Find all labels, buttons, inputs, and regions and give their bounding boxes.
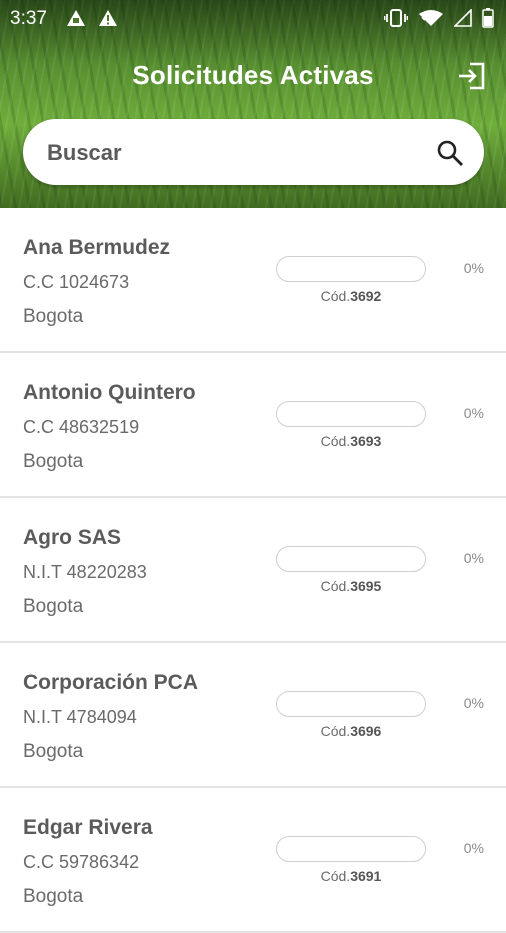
code-prefix: Cód.: [320, 868, 351, 884]
request-city: Bogota: [23, 596, 84, 617]
wifi-icon: [418, 9, 444, 32]
request-id: C.C 1024673: [23, 272, 130, 292]
code-number: 3692: [350, 288, 382, 304]
logout-button[interactable]: [456, 60, 488, 92]
list-item[interactable]: Agro SAS N.I.T 48220283 Bogota Cód.3695 …: [0, 498, 506, 643]
progress-bar: [276, 401, 426, 427]
progress-bar: [276, 256, 426, 282]
page-title: Solicitudes Activas: [132, 60, 374, 90]
code-number: 3695: [350, 578, 382, 594]
progress-percent: 0%: [463, 405, 484, 421]
request-id: N.I.T 48220283: [23, 562, 147, 582]
request-city: Bogota: [23, 886, 84, 907]
request-code: Cód.3693: [276, 433, 426, 449]
request-id: C.C 48632519: [23, 417, 140, 437]
logout-icon: [459, 62, 485, 90]
code-number: 3696: [350, 723, 382, 739]
vibrate-icon: [383, 9, 409, 32]
request-code: Cód.3695: [276, 578, 426, 594]
storage-warning-icon: [66, 9, 86, 32]
search-bar: [23, 119, 484, 185]
request-code: Cód.3696: [276, 723, 426, 739]
request-city: Bogota: [23, 451, 84, 472]
progress-percent: 0%: [463, 840, 484, 856]
alert-icon: [98, 9, 118, 32]
request-name: Agro SAS: [23, 526, 122, 549]
code-prefix: Cód.: [320, 433, 351, 449]
code-prefix: Cód.: [320, 578, 351, 594]
request-name: Edgar Rivera: [23, 816, 153, 839]
search-icon[interactable]: [436, 139, 464, 167]
code-number: 3691: [350, 868, 382, 884]
status-right-icons: [383, 8, 494, 33]
request-id: C.C 59786342: [23, 852, 140, 872]
progress-percent: 0%: [463, 260, 484, 276]
list-item[interactable]: Antonio Quintero C.C 48632519 Bogota Cód…: [0, 353, 506, 498]
request-city: Bogota: [23, 306, 84, 327]
request-name: Antonio Quintero: [23, 381, 196, 404]
requests-list: Ana Bermudez C.C 1024673 Bogota Cód.3692…: [0, 208, 506, 933]
code-prefix: Cód.: [320, 288, 351, 304]
progress-bar: [276, 836, 426, 862]
request-id: N.I.T 4784094: [23, 707, 137, 727]
request-city: Bogota: [23, 741, 84, 762]
code-prefix: Cód.: [320, 723, 351, 739]
status-time: 3:37: [10, 8, 47, 29]
progress-percent: 0%: [463, 550, 484, 566]
list-item[interactable]: Ana Bermudez C.C 1024673 Bogota Cód.3692…: [0, 208, 506, 353]
list-item[interactable]: Corporación PCA N.I.T 4784094 Bogota Cód…: [0, 643, 506, 788]
status-bar: 3:37: [0, 0, 506, 36]
battery-icon: [482, 8, 494, 33]
list-item[interactable]: Edgar Rivera C.C 59786342 Bogota Cód.369…: [0, 788, 506, 933]
signal-icon: [453, 8, 472, 32]
progress-bar: [276, 691, 426, 717]
request-code: Cód.3691: [276, 868, 426, 884]
request-name: Ana Bermudez: [23, 236, 171, 259]
request-code: Cód.3692: [276, 288, 426, 304]
code-number: 3693: [350, 433, 382, 449]
status-left-icons: [66, 9, 118, 32]
progress-bar: [276, 546, 426, 572]
search-input[interactable]: [45, 131, 429, 175]
progress-percent: 0%: [463, 695, 484, 711]
request-name: Corporación PCA: [23, 671, 199, 694]
